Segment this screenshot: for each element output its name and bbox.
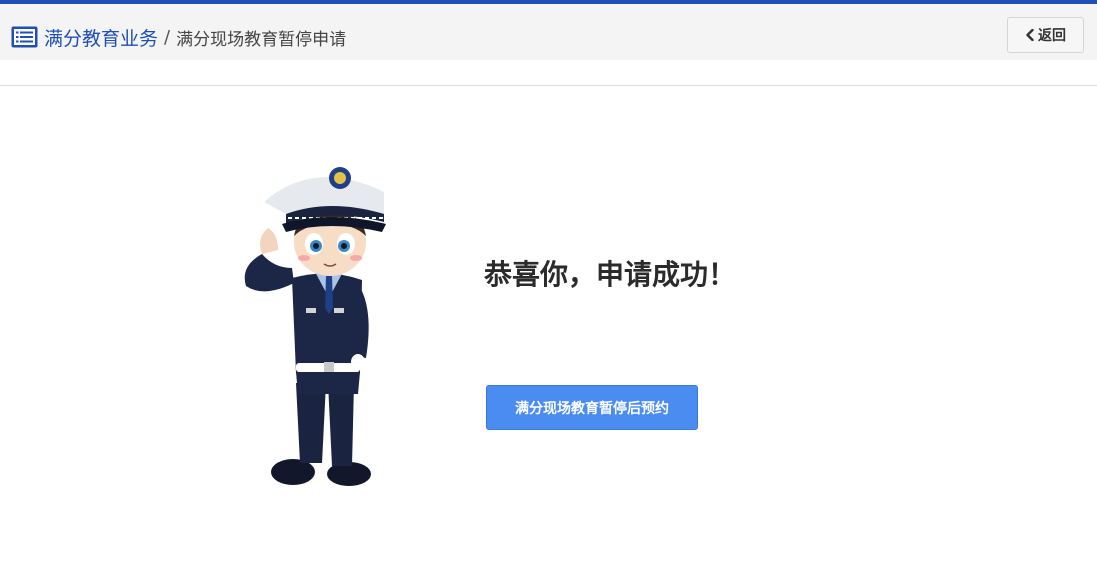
success-message: 恭喜你，申请成功！ xyxy=(483,258,736,291)
page-header: 满分教育业务 / 满分现场教育暂停申请 返回 xyxy=(0,4,1097,60)
breadcrumb-current: 满分现场教育暂停申请 xyxy=(176,29,347,50)
breadcrumb-separator: / xyxy=(164,26,171,48)
police-officer-illustration xyxy=(244,167,386,486)
back-button-label: 返回 xyxy=(1038,28,1066,44)
chevron-left-icon xyxy=(1026,29,1034,41)
list-icon xyxy=(11,26,38,48)
appointment-after-suspension-button[interactable]: 满分现场教育暂停后预约 xyxy=(486,385,698,430)
back-button[interactable]: 返回 xyxy=(1007,17,1084,53)
breadcrumb: 满分教育业务 / 满分现场教育暂停申请 xyxy=(44,23,346,51)
header-divider xyxy=(0,85,1097,86)
breadcrumb-root-link[interactable]: 满分教育业务 xyxy=(44,24,158,51)
